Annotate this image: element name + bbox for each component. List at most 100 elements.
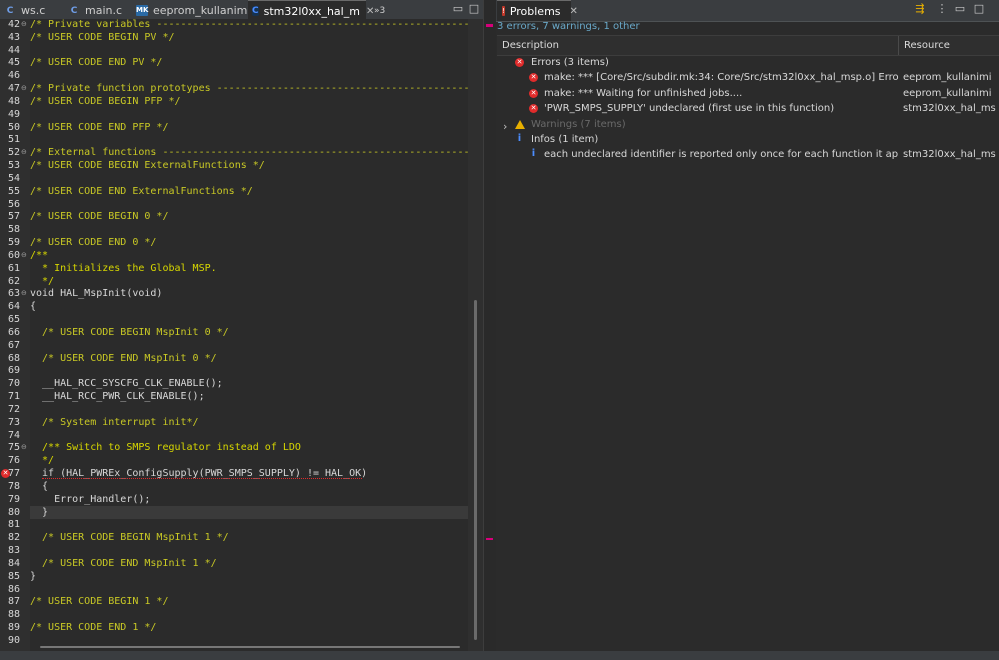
line-number: 53 [8, 160, 21, 171]
info-icon: i [531, 148, 536, 159]
code-line[interactable]: */ [30, 454, 468, 467]
line-number: 57 [8, 211, 21, 222]
line-number: 67 [8, 340, 21, 351]
problem-resource[interactable]: stm32l0xx_hal_msp.c [903, 101, 996, 116]
error-icon: ✕ [529, 89, 538, 98]
code-line[interactable]: /* USER CODE BEGIN PV */ [30, 31, 468, 44]
code-line[interactable] [30, 223, 468, 236]
code-line[interactable] [30, 364, 468, 377]
code-line[interactable]: /* External functions ------------------… [30, 146, 468, 159]
fold-toggle-icon[interactable]: ⊖ [21, 441, 28, 454]
code-line[interactable]: /* USER CODE END ExternalFunctions */ [30, 185, 468, 198]
code-line[interactable]: __HAL_RCC_PWR_CLK_ENABLE(); [30, 390, 468, 403]
code-line[interactable]: /* USER CODE BEGIN 1 */ [30, 595, 468, 608]
line-number: 76 [8, 455, 21, 466]
problem-description[interactable]: make: *** Waiting for unfinished jobs...… [544, 86, 899, 101]
code-line[interactable] [30, 69, 468, 82]
code-line[interactable]: __HAL_RCC_SYSCFG_CLK_ENABLE(); [30, 377, 468, 390]
minimize-icon[interactable]: ▭ [954, 3, 966, 15]
code-line[interactable]: /* USER CODE END 1 */ [30, 621, 468, 634]
overview-ruler[interactable] [483, 0, 497, 660]
column-divider[interactable] [898, 36, 899, 55]
code-line[interactable]: /* USER CODE BEGIN MspInit 1 */ [30, 531, 468, 544]
problem-resource[interactable]: eeprom_kullanimi [903, 86, 996, 101]
c-file-icon: C [6, 5, 14, 16]
code-line[interactable] [30, 544, 468, 557]
tab-label: stm32l0xx_hal_m [263, 4, 360, 18]
code-line[interactable]: void HAL_MspInit(void) [30, 287, 468, 300]
code-line[interactable]: { [30, 480, 468, 493]
code-line[interactable]: /* USER CODE BEGIN PFP */ [30, 95, 468, 108]
view-menu-icon[interactable]: ⋮ [936, 3, 948, 15]
code-line[interactable] [30, 339, 468, 352]
fold-toggle-icon[interactable]: ⊖ [21, 146, 28, 159]
line-number: 85 [8, 571, 21, 582]
error-icon: ✕ [529, 104, 538, 113]
tab-overflow-count: »3 [374, 5, 386, 16]
ruler-error-mark[interactable] [486, 24, 493, 27]
error-icon: ✕ [515, 58, 524, 67]
expand-chevron-icon[interactable]: › [503, 120, 507, 133]
code-line[interactable]: /* USER CODE END MspInit 1 */ [30, 557, 468, 570]
code-line[interactable] [30, 518, 468, 531]
code-line[interactable]: /* Private variables -------------------… [30, 18, 468, 31]
code-line[interactable]: /* USER CODE BEGIN MspInit 0 */ [30, 326, 468, 339]
tab-label: main.c [85, 4, 123, 17]
line-number: 58 [8, 224, 21, 235]
fold-toggle-icon[interactable]: ⊖ [21, 249, 28, 262]
code-line[interactable] [30, 634, 468, 647]
code-line[interactable]: /* USER CODE END 0 */ [30, 236, 468, 249]
fold-toggle-icon[interactable]: ⊖ [21, 82, 28, 95]
code-line[interactable]: Error_Handler(); [30, 493, 468, 506]
code-line[interactable]: { [30, 300, 468, 313]
tab-label: Problems [509, 4, 561, 18]
code-line[interactable]: /* Private function prototypes ---------… [30, 82, 468, 95]
close-icon[interactable]: ✕ [570, 6, 578, 17]
line-number: 49 [8, 109, 21, 120]
minimize-icon[interactable]: ▭ [452, 3, 464, 15]
column-resource[interactable]: Resource [904, 36, 950, 55]
code-line[interactable]: * Initializes the Global MSP. [30, 262, 468, 275]
code-line[interactable]: /* USER CODE BEGIN 0 */ [30, 210, 468, 223]
line-number: 69 [8, 365, 21, 376]
makefile-icon: MK [136, 5, 149, 16]
error-marker-icon[interactable]: ✕ [1, 469, 10, 478]
line-number: 64 [8, 301, 21, 312]
code-line[interactable] [30, 172, 468, 185]
maximize-icon[interactable]: □ [468, 3, 480, 15]
code-line[interactable]: } [30, 570, 468, 583]
code-line[interactable]: /** Switch to SMPS regulator instead of … [30, 441, 468, 454]
filter-icon[interactable]: ⇶ [914, 3, 926, 15]
column-description[interactable]: Description [502, 36, 559, 55]
code-line[interactable] [30, 313, 468, 326]
code-line[interactable]: /** [30, 249, 468, 262]
code-line[interactable]: /* USER CODE END PV */ [30, 56, 468, 69]
problem-description[interactable]: 'PWR_SMPS_SUPPLY' undeclared (first use … [544, 101, 899, 116]
editor-vertical-scroll-thumb[interactable] [474, 300, 477, 640]
problems-group-label: Errors (3 items) [531, 57, 609, 68]
line-number: 78 [8, 481, 21, 492]
fold-toggle-icon[interactable]: ⊖ [21, 18, 28, 31]
code-line[interactable] [30, 403, 468, 416]
line-number: 65 [8, 314, 21, 325]
code-line[interactable] [30, 608, 468, 621]
line-number: 84 [8, 558, 21, 569]
maximize-icon[interactable]: □ [973, 3, 985, 15]
tab-problems[interactable]: ! Problems ✕ [497, 0, 578, 21]
problems-table-header: Description Resource [497, 35, 999, 56]
problem-resource[interactable]: stm32l0xx_hal_msp.c [903, 147, 996, 162]
problem-description[interactable]: each undeclared identifier is reported o… [544, 147, 899, 162]
line-number: 81 [8, 519, 21, 530]
code-line[interactable] [30, 133, 468, 146]
line-number: 43 [8, 32, 21, 43]
code-line[interactable] [30, 108, 468, 121]
code-line[interactable]: /* USER CODE BEGIN ExternalFunctions */ [30, 159, 468, 172]
ruler-occurrence-mark[interactable] [486, 538, 493, 540]
fold-toggle-icon[interactable]: ⊖ [21, 287, 28, 300]
problem-description[interactable]: make: *** [Core/Src/subdir.mk:34: Core/S… [544, 70, 899, 85]
problem-resource[interactable]: eeprom_kullanimi [903, 70, 996, 85]
code-line[interactable]: /* System interrupt init*/ [30, 416, 468, 429]
problems-summary: 3 errors, 7 warnings, 1 other [497, 21, 640, 32]
problems-group-label: Warnings (7 items) [531, 119, 626, 130]
line-number: 87 [8, 596, 21, 607]
